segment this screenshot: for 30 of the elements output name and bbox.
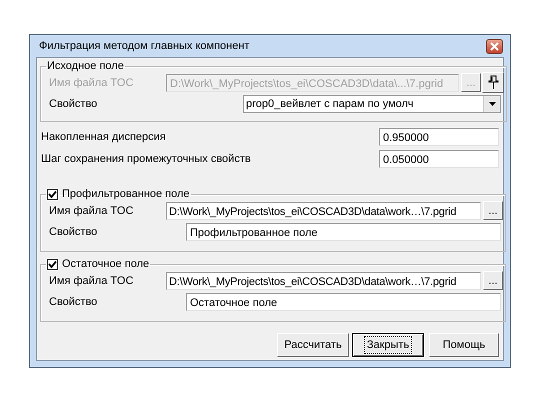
- browse-button[interactable]: ...: [483, 201, 503, 220]
- close-icon: [490, 42, 499, 50]
- parameter-field[interactable]: 0.950000: [379, 128, 499, 146]
- close-button[interactable]: [486, 38, 503, 54]
- window-title: Фильтрация методом главных компонент: [38, 40, 250, 52]
- field-label: Свойство: [49, 296, 98, 308]
- field-label: Имя файла TOC: [49, 76, 134, 88]
- property-field[interactable]: Остаточное поле: [186, 292, 501, 310]
- property-field[interactable]: Профильтрованное поле: [186, 222, 501, 240]
- field-label: Имя файла TOC: [49, 274, 134, 286]
- group-title: Остаточное поле: [62, 258, 150, 270]
- group-title: Профильтрованное поле: [62, 188, 190, 200]
- parameter-field[interactable]: 0.050000: [379, 150, 499, 168]
- parameter-label: Шаг сохранения промежуточных свойств: [41, 153, 251, 165]
- field-label: Свойство: [49, 226, 98, 238]
- pin-icon: [488, 75, 498, 90]
- dialog-button[interactable]: Закрыть: [352, 333, 424, 357]
- browse-button[interactable]: ...: [483, 271, 503, 290]
- field-label: Имя файла TOC: [49, 204, 134, 216]
- pin-button[interactable]: [482, 72, 504, 93]
- dialog-button[interactable]: Помощь: [429, 333, 499, 357]
- file-field[interactable]: D:\Work\_MyProjects\tos_ei\COSCAD3D\data\work…\7.pgrid: [166, 202, 481, 220]
- group-title: Исходное поле: [46, 60, 125, 72]
- checkbox[interactable]: [47, 188, 58, 200]
- parameter-label: Накопленная дисперсия: [41, 131, 166, 143]
- file-field[interactable]: D:\Work\_MyProjects\tos_ei\COSCAD3D\data\work…\7.pgrid: [166, 272, 481, 290]
- field-label: Свойство: [49, 98, 98, 110]
- dropdown-arrow-icon: [488, 102, 496, 106]
- dialog-button[interactable]: Рассчитать: [277, 333, 349, 357]
- checkbox[interactable]: [47, 258, 58, 270]
